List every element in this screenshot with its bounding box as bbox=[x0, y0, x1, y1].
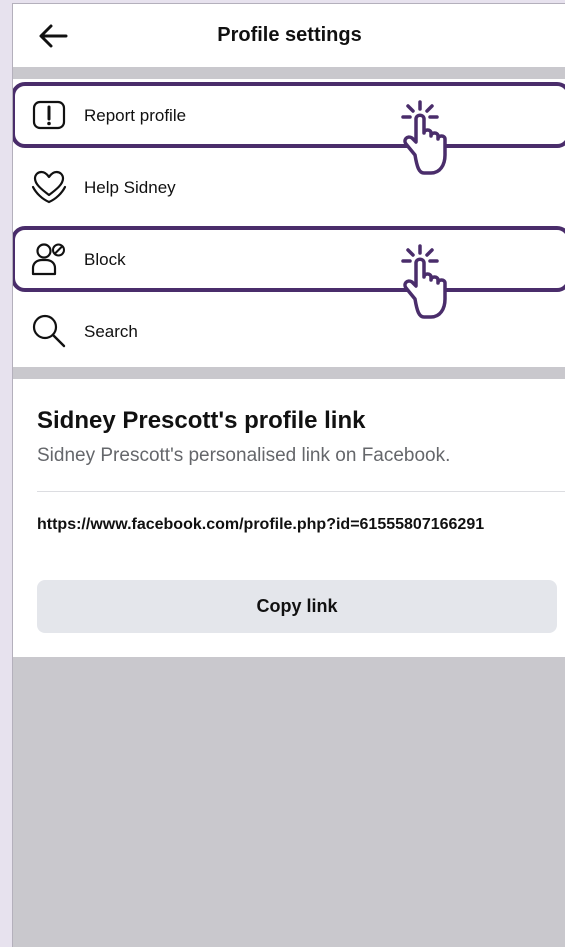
menu-item-help-sidney[interactable]: Help Sidney bbox=[13, 151, 565, 223]
profile-link-subtitle: Sidney Prescott's personalised link on F… bbox=[37, 445, 451, 466]
menu-item-report-profile[interactable]: Report profile bbox=[13, 79, 565, 151]
phone-screen: Profile settings Report profile Help Sid… bbox=[12, 3, 565, 947]
page-title: Profile settings bbox=[217, 24, 362, 46]
block-user-icon bbox=[31, 241, 67, 277]
profile-link-card: Sidney Prescott's profile link Sidney Pr… bbox=[13, 379, 565, 657]
menu-item-label: Report profile bbox=[84, 106, 187, 125]
settings-menu: Report profile Help Sidney Block Search bbox=[13, 79, 565, 367]
profile-link-title: Sidney Prescott's profile link bbox=[37, 407, 366, 434]
search-icon bbox=[31, 313, 67, 349]
top-bar: Profile settings bbox=[13, 4, 565, 67]
menu-item-block[interactable]: Block bbox=[13, 223, 565, 295]
report-icon bbox=[31, 97, 67, 133]
menu-item-label: Search bbox=[84, 322, 138, 341]
divider bbox=[37, 491, 565, 492]
profile-link-url[interactable]: https://www.facebook.com/profile.php?id=… bbox=[37, 513, 537, 537]
heart-hands-icon bbox=[31, 169, 67, 205]
section-divider bbox=[13, 67, 565, 79]
menu-item-search[interactable]: Search bbox=[13, 295, 565, 367]
menu-item-label: Help Sidney bbox=[84, 178, 176, 197]
section-divider bbox=[13, 367, 565, 379]
menu-item-label: Block bbox=[84, 250, 126, 269]
copy-link-button[interactable]: Copy link bbox=[37, 580, 557, 633]
